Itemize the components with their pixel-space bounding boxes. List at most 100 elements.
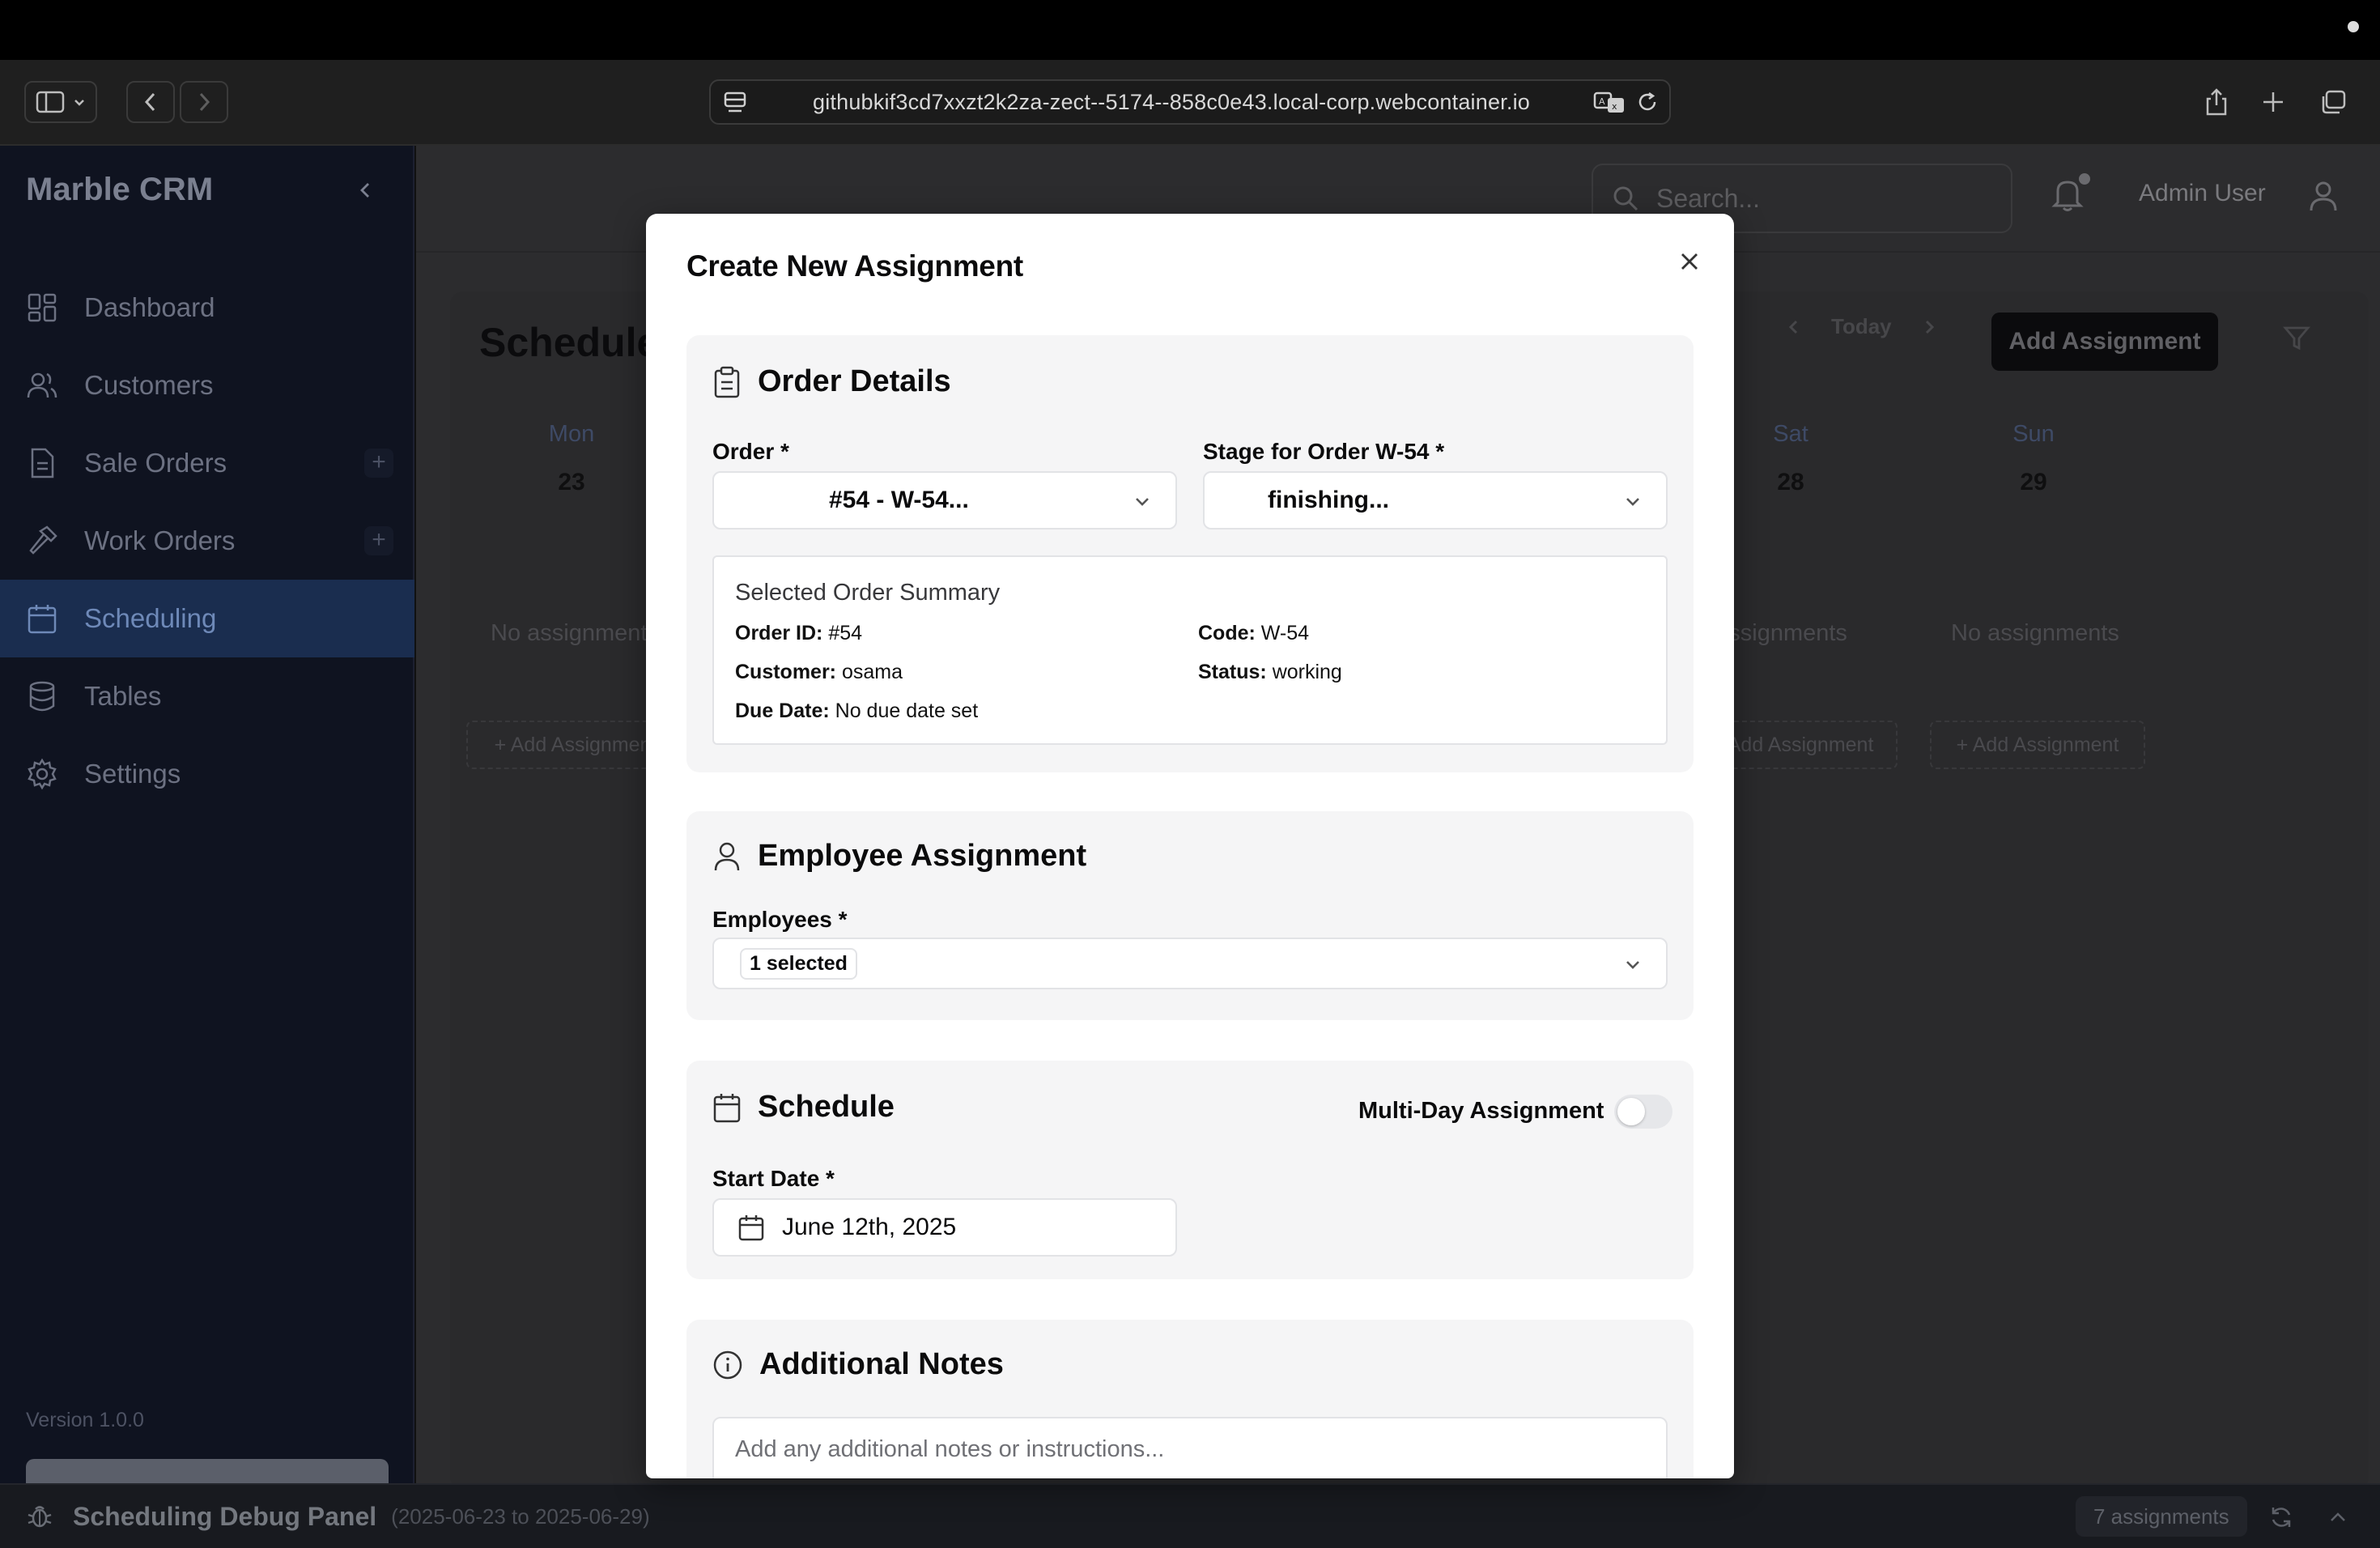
dialog-title: Create New Assignment xyxy=(686,249,1023,283)
address-bar[interactable]: githubkif3cd7xxzt2k2za-zect--5174--858c0… xyxy=(709,79,1671,125)
system-top-bar xyxy=(0,0,2380,60)
section-title: Employee Assignment xyxy=(758,839,1087,873)
field-value: #54 xyxy=(828,622,863,644)
field-label: Status: xyxy=(1198,661,1267,683)
sidebar-item-label: Customers xyxy=(84,370,214,400)
sidebar-item-label: Work Orders xyxy=(84,525,236,555)
share-icon xyxy=(2204,87,2229,117)
sidebar-item-sale-orders[interactable]: Sale Orders + xyxy=(0,424,414,502)
summary-due-date: Due Date: No due date set xyxy=(735,700,978,723)
url-text: githubkif3cd7xxzt2k2za-zect--5174--858c0… xyxy=(813,89,1530,114)
stage-label: Stage for Order W-54 * xyxy=(1203,439,1445,464)
sidebar-item-label: Sale Orders xyxy=(84,448,227,478)
chevron-down-icon xyxy=(73,97,86,107)
sidebar-item-label: Settings xyxy=(84,759,181,789)
previous-week-button[interactable] xyxy=(1786,316,1802,338)
summary-title: Selected Order Summary xyxy=(735,580,1001,606)
notes-textarea[interactable]: Add any additional notes or instructions… xyxy=(712,1417,1668,1478)
chevron-down-icon xyxy=(1622,954,1643,975)
field-label: Order ID: xyxy=(735,622,823,644)
chevron-left-icon xyxy=(142,91,159,113)
svg-text:x: x xyxy=(1612,101,1617,112)
stage-select[interactable]: finishing... xyxy=(1203,471,1668,529)
today-button[interactable]: Today xyxy=(1831,314,1892,339)
dashboard-icon xyxy=(26,291,58,324)
section-title: Schedule xyxy=(758,1090,895,1124)
new-tab-button[interactable] xyxy=(2252,81,2294,123)
order-select-value: #54 - W-54... xyxy=(829,487,969,513)
assignment-count-badge: 7 assignments xyxy=(2076,1496,2247,1537)
next-week-button[interactable] xyxy=(1921,316,1937,338)
sidebar-item-label: Tables xyxy=(84,681,162,711)
app-brand: Marble CRM xyxy=(26,172,214,207)
clipboard-icon xyxy=(712,366,758,398)
forward-button[interactable] xyxy=(180,81,228,123)
empty-state-sun: No assignments xyxy=(1951,620,2119,646)
chevron-up-icon[interactable] xyxy=(2327,1506,2349,1529)
calendar-icon xyxy=(738,1214,764,1241)
start-date-value: June 12th, 2025 xyxy=(782,1214,957,1240)
day-header-sun: Sun 29 xyxy=(1912,421,2155,496)
section-title: Additional Notes xyxy=(759,1347,1004,1381)
employee-assignment-section: Employee Assignment Employees * 1 select… xyxy=(686,811,1694,1020)
chevron-down-icon xyxy=(1132,491,1153,512)
tab-overview-button[interactable] xyxy=(2312,81,2354,123)
schedule-section: Schedule Multi-Day Assignment Start Date… xyxy=(686,1061,1694,1279)
add-work-order-button[interactable]: + xyxy=(364,526,393,555)
sidebar-item-customers[interactable]: Customers xyxy=(0,347,414,424)
add-assignment-sun[interactable]: + Add Assignment xyxy=(1930,721,2145,769)
debug-date-range: (2025-06-23 to 2025-06-29) xyxy=(391,1503,650,1529)
section-heading: Additional Notes xyxy=(712,1347,1004,1382)
selected-count-badge: 1 selected xyxy=(740,947,857,980)
reload-icon[interactable] xyxy=(1635,90,1660,114)
sidebar-item-dashboard[interactable]: Dashboard xyxy=(0,269,414,347)
field-label: Customer: xyxy=(735,661,837,683)
users-icon xyxy=(26,369,58,402)
collapse-sidebar-button[interactable] xyxy=(353,178,377,202)
share-button[interactable] xyxy=(2195,81,2238,123)
browser-toolbar: githubkif3cd7xxzt2k2za-zect--5174--858c0… xyxy=(0,60,2380,146)
hammer-icon xyxy=(26,525,58,557)
multi-day-toggle[interactable] xyxy=(1614,1095,1672,1129)
search-icon xyxy=(1611,184,1656,213)
search-placeholder: Search... xyxy=(1656,183,1761,213)
summary-order-id: Order ID: #54 xyxy=(735,622,862,645)
field-label: Due Date: xyxy=(735,700,830,722)
svg-text:A: A xyxy=(1599,96,1605,107)
chevron-down-icon xyxy=(1622,491,1643,512)
database-icon xyxy=(26,680,58,712)
filter-button[interactable] xyxy=(2283,324,2310,351)
sidebar-item-label: Scheduling xyxy=(84,603,217,633)
notification-dot xyxy=(2079,173,2090,185)
gear-icon xyxy=(26,758,58,790)
stage-select-value: finishing... xyxy=(1268,487,1389,513)
summary-code: Code: W-54 xyxy=(1198,622,1309,645)
field-value: W-54 xyxy=(1260,622,1310,644)
close-button[interactable] xyxy=(1679,251,1700,272)
sidebar-item-settings[interactable]: Settings xyxy=(0,735,414,813)
add-sale-order-button[interactable]: + xyxy=(364,449,393,478)
calendar-icon xyxy=(712,1091,758,1124)
translate-icon[interactable]: Ax xyxy=(1593,90,1626,114)
sidebar-item-work-orders[interactable]: Work Orders + xyxy=(0,502,414,580)
debug-panel-bar[interactable]: Scheduling Debug Panel (2025-06-23 to 20… xyxy=(0,1483,2380,1548)
sidebar-item-scheduling[interactable]: Scheduling xyxy=(0,580,414,657)
page-settings-icon xyxy=(722,90,750,114)
refresh-icon[interactable] xyxy=(2268,1504,2294,1530)
user-menu-button[interactable] xyxy=(2307,178,2340,214)
field-label: Code: xyxy=(1198,622,1256,644)
add-assignment-button[interactable]: Add Assignment xyxy=(1991,313,2218,371)
sidebar-item-tables[interactable]: Tables xyxy=(0,657,414,735)
start-date-label: Start Date * xyxy=(712,1166,835,1191)
bug-icon xyxy=(26,1503,53,1530)
create-assignment-dialog: Create New Assignment Order Details Orde… xyxy=(646,214,1734,1478)
field-value: working xyxy=(1272,661,1342,683)
back-button[interactable] xyxy=(126,81,175,123)
tabs-icon xyxy=(2319,89,2347,115)
sidebar-toggle-button[interactable] xyxy=(24,81,97,123)
chevron-left-icon xyxy=(353,178,377,202)
employees-multiselect[interactable]: 1 selected xyxy=(712,938,1668,989)
order-select[interactable]: #54 - W-54... xyxy=(712,471,1177,529)
start-date-picker[interactable]: June 12th, 2025 xyxy=(712,1198,1177,1257)
section-title: Order Details xyxy=(758,364,951,398)
